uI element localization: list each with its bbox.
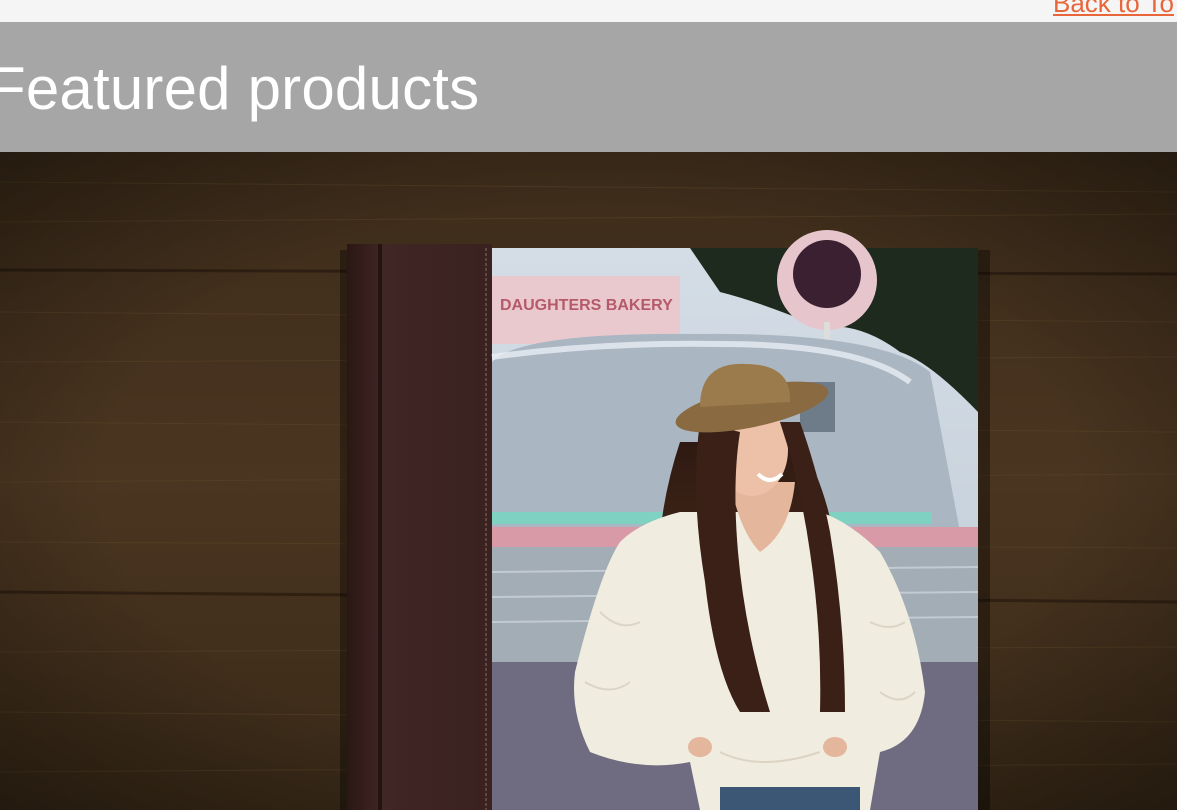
album-cover-photo: DAUGHTERS BAKERY [491, 230, 979, 810]
bakery-sign-text: DAUGHTERS BAKERY [500, 297, 673, 314]
back-to-top-link[interactable]: Back to To [1053, 0, 1174, 19]
top-bar: Back to To [0, 0, 1177, 22]
product-photo: DAUGHTERS BAKERY [0, 152, 1177, 810]
section-title: Featured products [0, 55, 480, 122]
hero-image: DAUGHTERS BAKERY [0, 152, 1177, 810]
featured-banner: Featured products [0, 22, 1177, 152]
